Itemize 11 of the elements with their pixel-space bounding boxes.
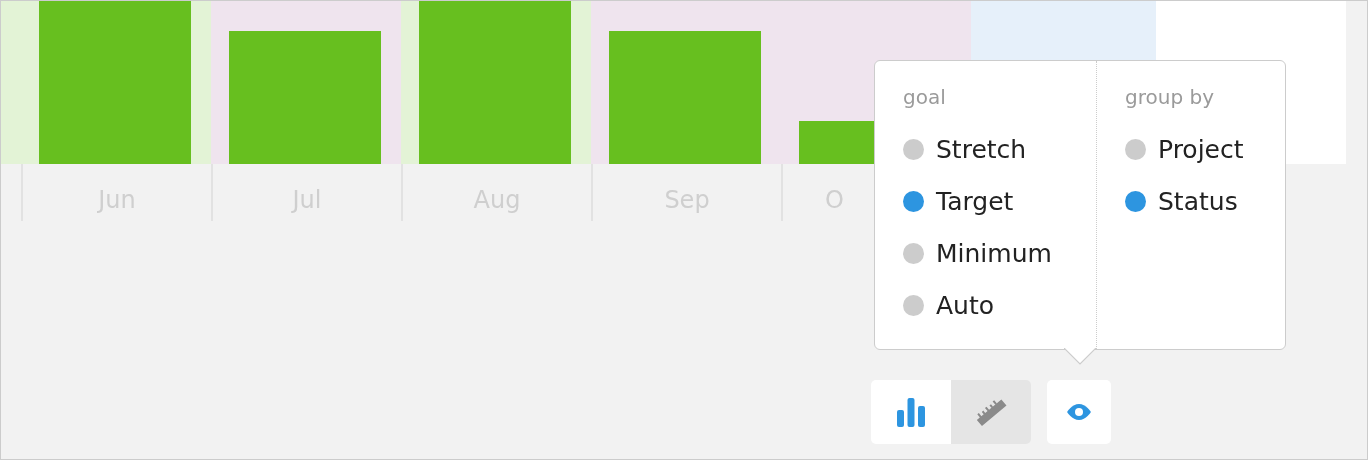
section-heading: goal	[903, 85, 947, 111]
ruler-view-button[interactable]	[951, 380, 1031, 444]
view-options-button[interactable]	[1047, 380, 1111, 444]
bar-chart-icon	[895, 396, 927, 428]
section-heading: group by	[1125, 85, 1215, 111]
radio-option[interactable]: Auto	[903, 279, 1096, 331]
radio-option[interactable]: Project	[1125, 123, 1244, 175]
radio-option[interactable]: Minimum	[903, 227, 1096, 279]
radio-option[interactable]: Status	[1125, 175, 1244, 227]
chart-view-button[interactable]	[871, 380, 951, 444]
eye-icon	[1065, 403, 1093, 421]
